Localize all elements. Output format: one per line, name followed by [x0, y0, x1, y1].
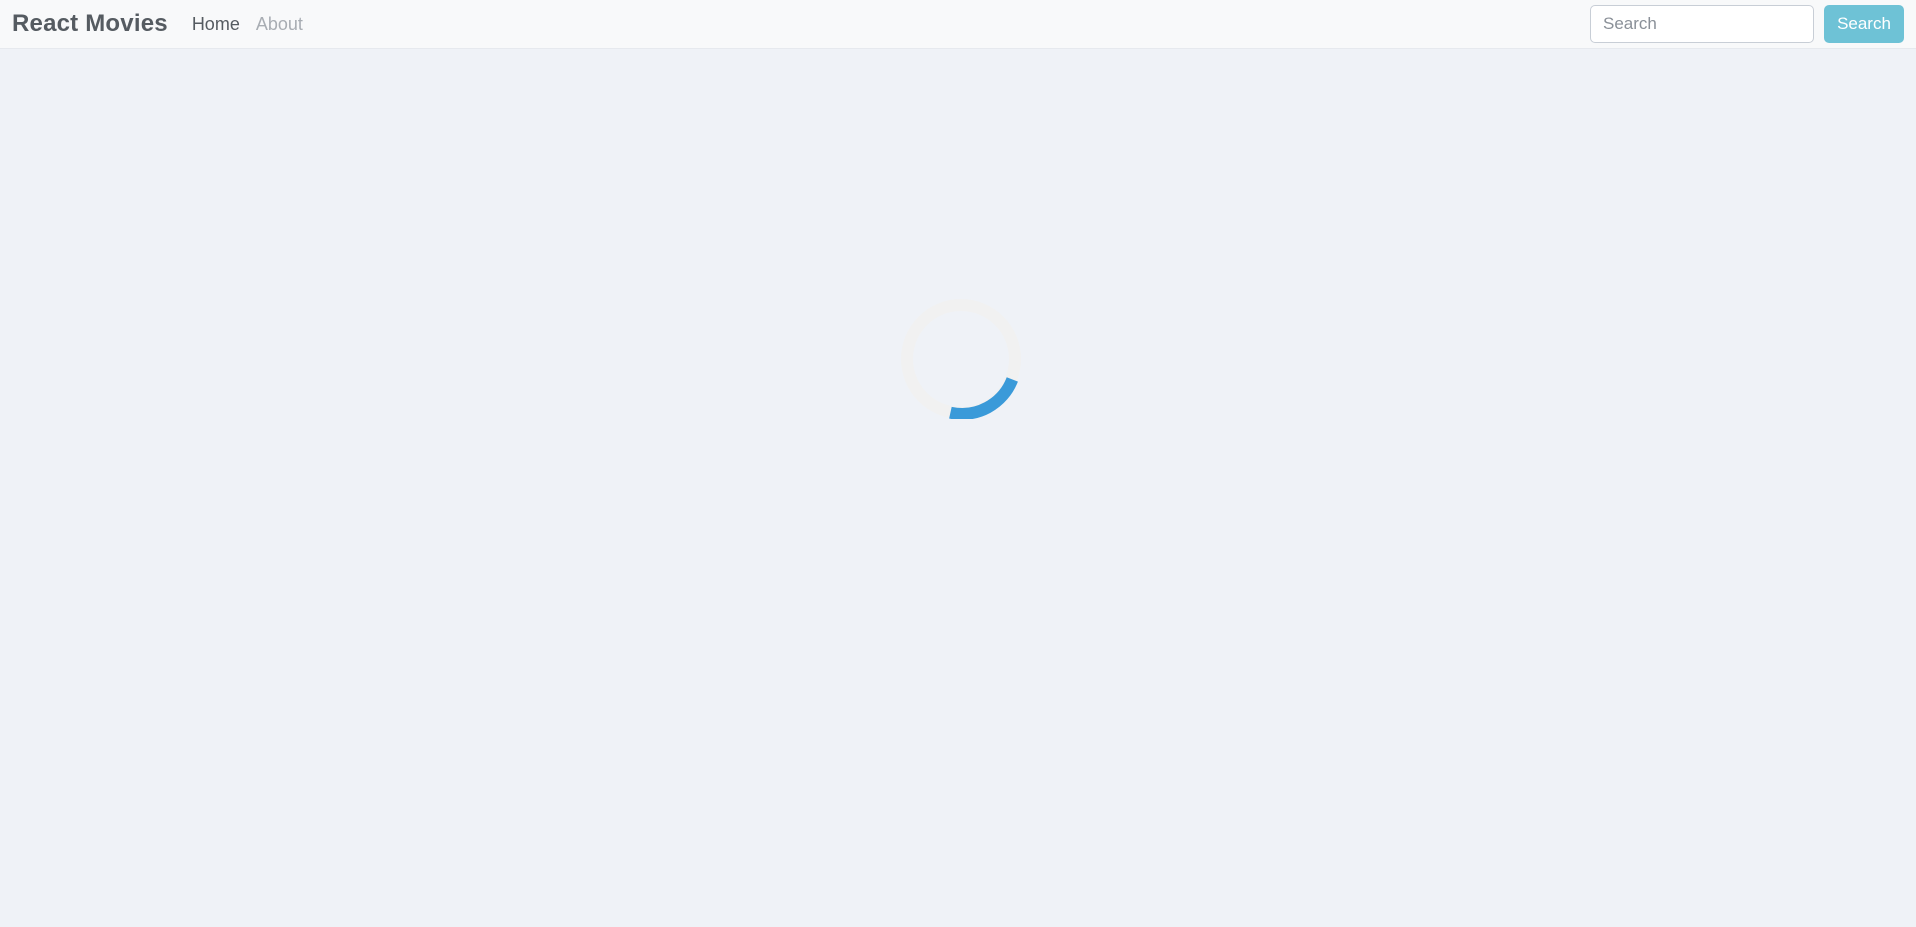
brand-logo-text[interactable]: React Movies [12, 10, 168, 38]
search-button[interactable]: Search [1824, 5, 1904, 43]
top-navbar: React Movies Home About Search [0, 0, 1916, 49]
search-input[interactable] [1590, 5, 1814, 43]
loading-spinner [901, 299, 1021, 419]
nav-link-home[interactable]: Home [192, 14, 240, 35]
main-content [0, 49, 1916, 927]
nav-link-about[interactable]: About [256, 14, 303, 35]
nav-links: Home About [192, 14, 303, 35]
search-form: Search [1590, 5, 1904, 43]
